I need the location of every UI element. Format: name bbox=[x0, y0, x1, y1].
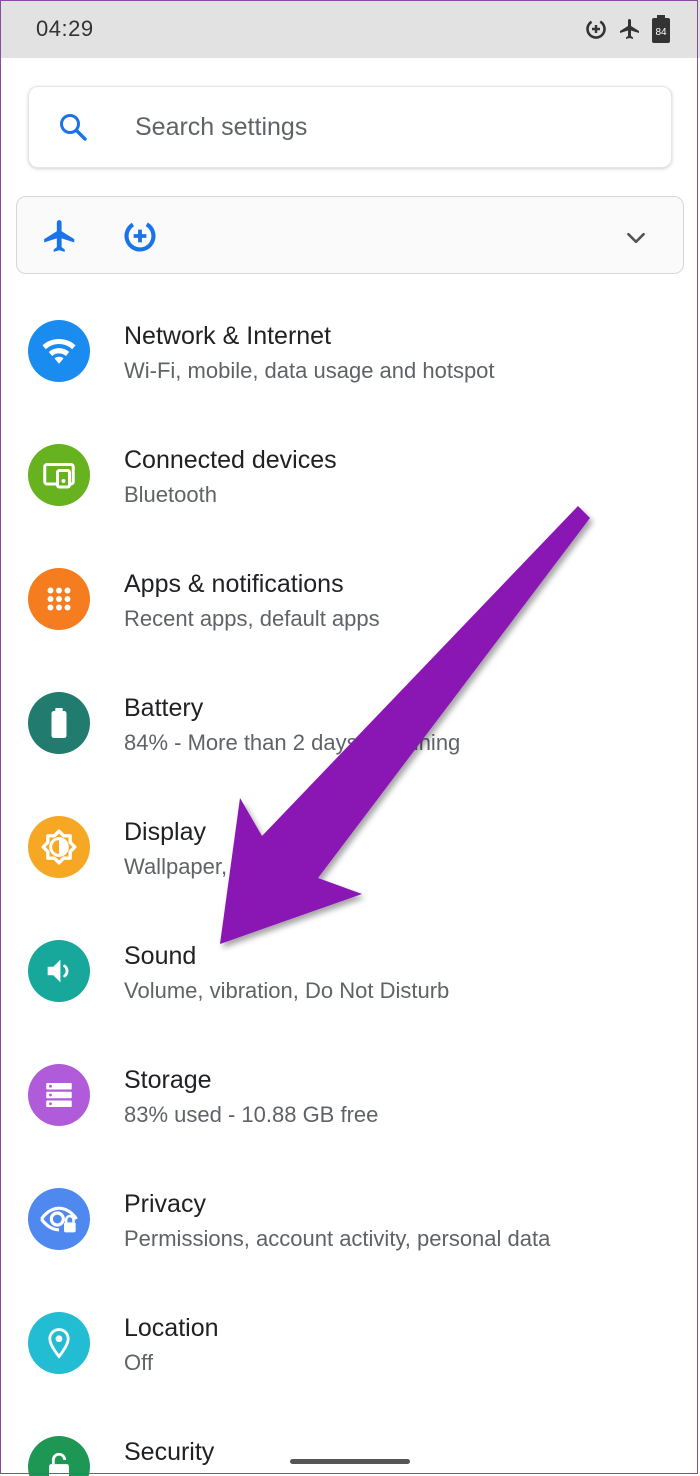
item-title: Network & Internet bbox=[124, 322, 332, 350]
item-title: Privacy bbox=[124, 1190, 206, 1218]
apps-icon bbox=[28, 568, 90, 630]
battery-level-text: 84 bbox=[655, 27, 667, 38]
item-subtitle: Off bbox=[124, 1350, 153, 1375]
volume-icon bbox=[28, 940, 90, 1002]
airplane-icon[interactable] bbox=[41, 217, 79, 260]
item-title: Location bbox=[124, 1314, 219, 1342]
status-icons: 84 bbox=[584, 15, 670, 43]
item-title: Sound bbox=[124, 942, 197, 970]
item-title: Apps & notifications bbox=[124, 570, 344, 598]
status-bar: 04:29 84 bbox=[0, 0, 700, 58]
data-saver-icon bbox=[584, 17, 608, 41]
item-subtitle: Permissions, account activity, personal … bbox=[124, 1226, 551, 1251]
settings-item-network[interactable]: Network & Internet Wi-Fi, mobile, data u… bbox=[0, 290, 700, 414]
settings-item-sound[interactable]: Sound Volume, vibration, Do Not Disturb bbox=[0, 910, 700, 1034]
item-title: Connected devices bbox=[124, 446, 337, 474]
item-subtitle: Volume, vibration, Do Not Disturb bbox=[124, 978, 450, 1003]
settings-item-apps[interactable]: Apps & notifications Recent apps, defaul… bbox=[0, 538, 700, 662]
data-saver-icon[interactable] bbox=[121, 217, 159, 260]
conditions-bar[interactable] bbox=[16, 196, 684, 274]
item-subtitle: Wi-Fi, mobile, data usage and hotspot bbox=[124, 358, 495, 383]
chevron-down-icon[interactable] bbox=[623, 225, 649, 256]
search-bar[interactable]: Search settings bbox=[28, 86, 672, 168]
gesture-nav-handle[interactable] bbox=[290, 1459, 410, 1464]
item-title: Display bbox=[124, 818, 206, 846]
battery-icon: 84 bbox=[652, 15, 670, 43]
airplane-icon bbox=[618, 17, 642, 41]
settings-item-security[interactable]: Security bbox=[0, 1406, 700, 1476]
brightness-icon bbox=[28, 816, 90, 878]
lock-icon bbox=[28, 1436, 90, 1476]
battery-icon bbox=[28, 692, 90, 754]
settings-item-display[interactable]: Display Wallpaper, font size bbox=[0, 786, 700, 910]
wifi-icon bbox=[28, 320, 90, 382]
devices-icon bbox=[28, 444, 90, 506]
settings-item-connected-devices[interactable]: Connected devices Bluetooth bbox=[0, 414, 700, 538]
settings-item-storage[interactable]: Storage 83% used - 10.88 GB free bbox=[0, 1034, 700, 1158]
item-title: Storage bbox=[124, 1066, 212, 1094]
status-time: 04:29 bbox=[36, 16, 94, 41]
item-subtitle: 83% used - 10.88 GB free bbox=[124, 1102, 379, 1127]
item-subtitle: Bluetooth bbox=[124, 482, 217, 507]
settings-item-battery[interactable]: Battery 84% - More than 2 days remaining bbox=[0, 662, 700, 786]
item-subtitle: Recent apps, default apps bbox=[124, 606, 380, 631]
item-title: Security bbox=[124, 1438, 215, 1466]
settings-item-location[interactable]: Location Off bbox=[0, 1282, 700, 1406]
search-input[interactable]: Search settings bbox=[135, 113, 307, 142]
item-subtitle: Wallpaper, font size bbox=[124, 854, 316, 879]
storage-icon bbox=[28, 1064, 90, 1126]
search-icon bbox=[57, 111, 89, 148]
privacy-icon bbox=[28, 1188, 90, 1250]
item-title: Battery bbox=[124, 694, 204, 722]
location-icon bbox=[28, 1312, 90, 1374]
settings-item-privacy[interactable]: Privacy Permissions, account activity, p… bbox=[0, 1158, 700, 1282]
item-subtitle: 84% - More than 2 days remaining bbox=[124, 730, 461, 755]
